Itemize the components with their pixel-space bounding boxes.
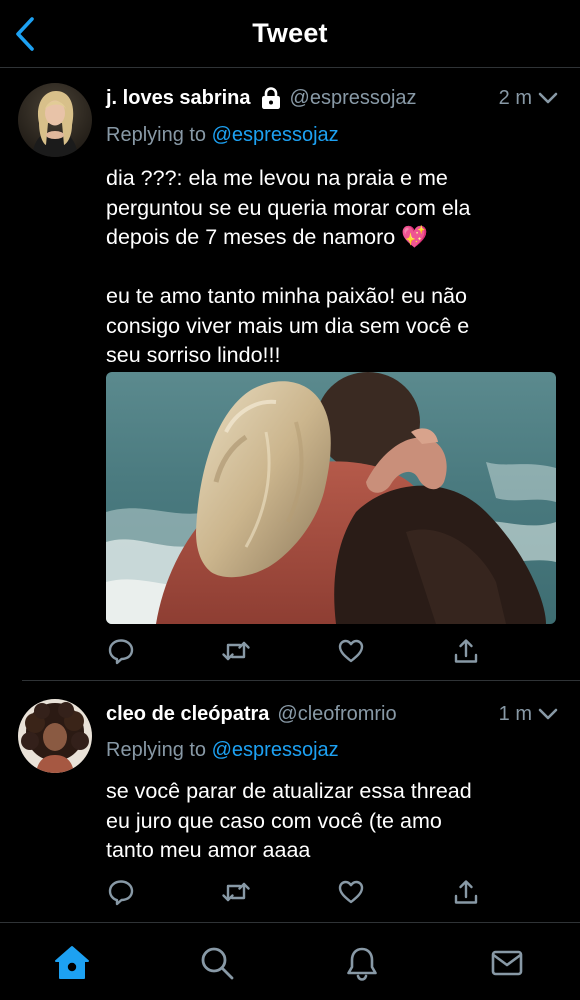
like-icon [338, 880, 364, 904]
tweet-photo[interactable] [106, 372, 556, 624]
retweet-icon [222, 882, 250, 902]
tweet-text-line: eu juro que caso com você (te amo [106, 808, 442, 833]
tweet-text-line [106, 253, 566, 283]
avatar[interactable] [18, 699, 92, 773]
timestamp: 1 m [498, 702, 532, 725]
share-button[interactable] [451, 877, 481, 907]
reply-icon [108, 639, 134, 665]
tweet-text: se você parar de atualizar essa thread e… [106, 777, 566, 866]
tab-search[interactable] [197, 943, 237, 983]
like-button[interactable] [336, 877, 366, 907]
display-name[interactable]: j. loves sabrina [106, 87, 251, 110]
like-button[interactable] [336, 636, 366, 666]
tweet-text-line: eu te amo tanto minha paixão! eu não [106, 284, 467, 308]
replying-to-label: Replying to [106, 739, 212, 761]
tab-notifications[interactable] [342, 943, 382, 983]
tweet-text-line: perguntou se eu queria morar com ela [106, 195, 471, 220]
share-button[interactable] [451, 636, 481, 666]
share-icon [454, 880, 478, 904]
replying-to-label: Replying to [106, 124, 212, 146]
reply-icon [108, 880, 134, 906]
tweet-actions [106, 636, 486, 666]
tweet-header: cleo de cleópatra @cleofromrio 1 m [106, 699, 558, 729]
tweet-text-line: dia ???: ela me levou na praia e me [106, 166, 448, 190]
tweet-text-line: depois de 7 meses de namoro 💖 [106, 225, 428, 249]
retweet-button[interactable] [221, 877, 251, 907]
tweet-text-line: seu sorriso lindo!!! [106, 343, 281, 367]
lock-icon [260, 86, 282, 110]
page-title: Tweet [252, 18, 328, 48]
tweet-text-line: tanto meu amor aaaa [106, 838, 311, 862]
bottom-tab-bar [0, 922, 580, 1000]
home-icon [55, 946, 89, 979]
chevron-down-icon[interactable] [538, 91, 558, 105]
tweet-actions [106, 877, 486, 907]
replying-to: Replying to @espressojaz [106, 124, 339, 147]
tab-home[interactable] [52, 943, 92, 983]
chevron-down-icon[interactable] [538, 707, 558, 721]
tweet-text-line: se você parar de atualizar essa thread [106, 779, 472, 803]
tweet-text-line: consigo viver mais um dia sem você e [106, 313, 470, 338]
mention-link[interactable]: @espressojaz [212, 124, 339, 146]
user-handle[interactable]: @espressojaz [290, 87, 417, 110]
replying-to: Replying to @espressojaz [106, 739, 339, 762]
user-handle[interactable]: @cleofromrio [277, 703, 396, 726]
tab-messages[interactable] [487, 943, 527, 983]
tweet[interactable]: cleo de cleópatra @cleofromrio 1 m Reply… [0, 681, 580, 921]
search-icon [201, 947, 234, 980]
top-bar: Tweet [0, 0, 580, 68]
share-icon [454, 639, 478, 663]
mention-link[interactable]: @espressojaz [212, 739, 339, 761]
reply-button[interactable] [106, 877, 136, 907]
reply-button[interactable] [106, 636, 136, 666]
display-name[interactable]: cleo de cleópatra [106, 703, 269, 726]
notifications-icon [347, 947, 377, 981]
avatar[interactable] [18, 83, 92, 157]
like-icon [338, 639, 364, 663]
retweet-icon [222, 641, 250, 661]
tweet-text: dia ???: ela me levou na praia e me perg… [106, 164, 566, 371]
timestamp: 2 m [498, 86, 532, 109]
messages-icon [491, 950, 523, 976]
tweet-header: j. loves sabrina @espressojaz 2 m [106, 83, 558, 113]
retweet-button[interactable] [221, 636, 251, 666]
